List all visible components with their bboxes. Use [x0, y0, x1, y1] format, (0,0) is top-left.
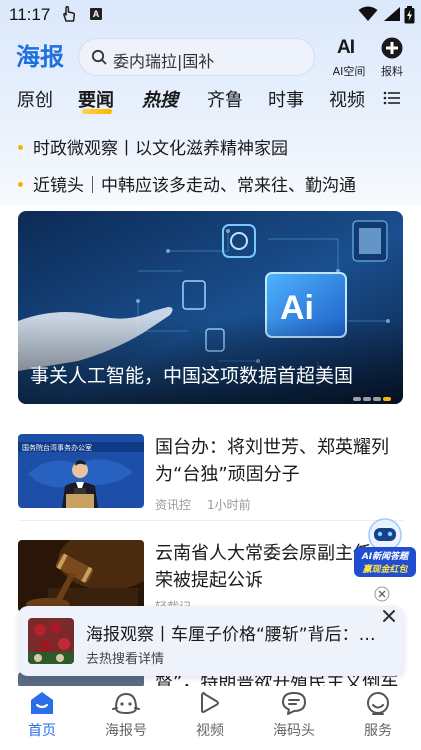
status-time: 11:17	[9, 5, 51, 24]
banner-title: 海报观察丨车厘子价格“腰斩”背后：进口车厘子价格	[86, 625, 391, 645]
news-thumbnail: 国务院台湾事务办公室	[18, 434, 144, 508]
home-icon	[31, 692, 53, 714]
thumbnail-caption: 国务院台湾事务办公室	[22, 443, 92, 452]
ai-space-label: AI空间	[332, 65, 366, 78]
search-input[interactable]: 委内瑞拉|国补	[78, 38, 315, 76]
hot-search-banner[interactable]: 海报观察丨车厘子价格“腰斩”背后：进口车厘子价格 去热搜看详情	[18, 606, 404, 676]
bottom-navigation: 首页 海报号 视频 海码头 服务	[0, 686, 421, 750]
tab-qilu[interactable]: 齐鲁	[207, 86, 243, 112]
report-label: 报料	[381, 65, 403, 78]
ai-space-button[interactable]: AI AI空间	[329, 36, 369, 80]
plus-circle-icon	[381, 37, 403, 63]
battery-icon	[404, 6, 415, 28]
nav-video-label: 视频	[196, 723, 224, 739]
news-title: 国台办：将刘世芳、郑英耀列为“台独”顽固分子	[155, 437, 389, 485]
ticker-item[interactable]: 近镜头｜中韩应该多走动、常来往、勤沟通	[18, 171, 356, 196]
status-bar: 11:17 A	[0, 0, 421, 30]
logo-text: 海报	[16, 43, 64, 70]
channel-tabs: 原创 要闻 热搜 齐鲁 时事 视频	[0, 84, 421, 116]
chat-icon	[282, 692, 306, 715]
badge-line-1: AI新闻答题	[361, 551, 410, 562]
ticker-bullet	[18, 144, 23, 150]
nav-service-label: 服务	[364, 723, 392, 739]
nav-haibao-account[interactable]: 海报号	[96, 690, 156, 740]
badge-line-2: 赢现金红包	[361, 564, 408, 575]
report-button[interactable]: 报料	[372, 36, 412, 80]
ticker-item[interactable]: 时政微观察丨以文化滋养精神家园	[18, 134, 288, 159]
search-query-text: 委内瑞拉|国补	[113, 52, 215, 71]
app-notification-icon: A	[90, 8, 102, 20]
hero-carousel[interactable]: Ai 事关人工智能，中国这项数据首超美国	[18, 211, 403, 404]
tab-current-affairs[interactable]: 时事	[268, 86, 304, 112]
close-icon[interactable]	[382, 608, 396, 627]
hero-caption: 事关人工智能，中国这项数据首超美国	[30, 365, 354, 387]
nav-home-label: 首页	[28, 723, 56, 739]
tab-video[interactable]: 视频	[329, 86, 365, 112]
hand-gesture-icon	[60, 5, 78, 27]
nav-haibao-account-label: 海报号	[105, 723, 147, 739]
nav-home[interactable]: 首页	[12, 690, 72, 740]
app-header: 海报 委内瑞拉|国补 AI AI空间 报料	[0, 36, 421, 80]
wifi-icon	[358, 6, 378, 26]
nav-service[interactable]: 服务	[348, 690, 408, 740]
ticker-text: 近镜头｜中韩应该多走动、常来往、勤沟通	[33, 176, 356, 196]
badge-close-icon[interactable]	[374, 586, 390, 606]
logo-graphic: 海报	[16, 43, 64, 71]
banner-thumbnail	[28, 618, 74, 664]
ai-quiz-badge[interactable]: AI新闻答题 赢现金红包	[352, 515, 418, 579]
ticker-bullet	[18, 181, 23, 187]
news-source: 资讯控	[155, 498, 192, 512]
channel-menu-icon[interactable]	[383, 90, 401, 110]
nav-video[interactable]: 视频	[180, 690, 240, 740]
signal-icon	[383, 6, 401, 26]
news-time: 1小时前	[207, 498, 251, 512]
news-thumbnail	[18, 540, 144, 612]
ticker-text: 时政微观察丨以文化滋养精神家园	[33, 139, 288, 159]
search-icon	[91, 49, 107, 69]
active-tab-indicator	[82, 109, 112, 114]
nav-haimatou[interactable]: 海码头	[264, 690, 324, 740]
banner-subtitle: 去热搜看详情	[86, 652, 165, 667]
tab-original[interactable]: 原创	[17, 86, 53, 112]
tab-hot-search[interactable]: 热搜	[142, 86, 178, 112]
ai-logo-icon: AI	[337, 37, 355, 58]
face-icon	[112, 692, 140, 715]
nav-haimatou-label: 海码头	[273, 723, 315, 739]
divider	[18, 520, 403, 521]
app-logo[interactable]: 海报	[16, 42, 70, 74]
play-icon	[201, 692, 219, 713]
carousel-indicator	[353, 387, 391, 404]
smile-icon	[367, 692, 389, 715]
